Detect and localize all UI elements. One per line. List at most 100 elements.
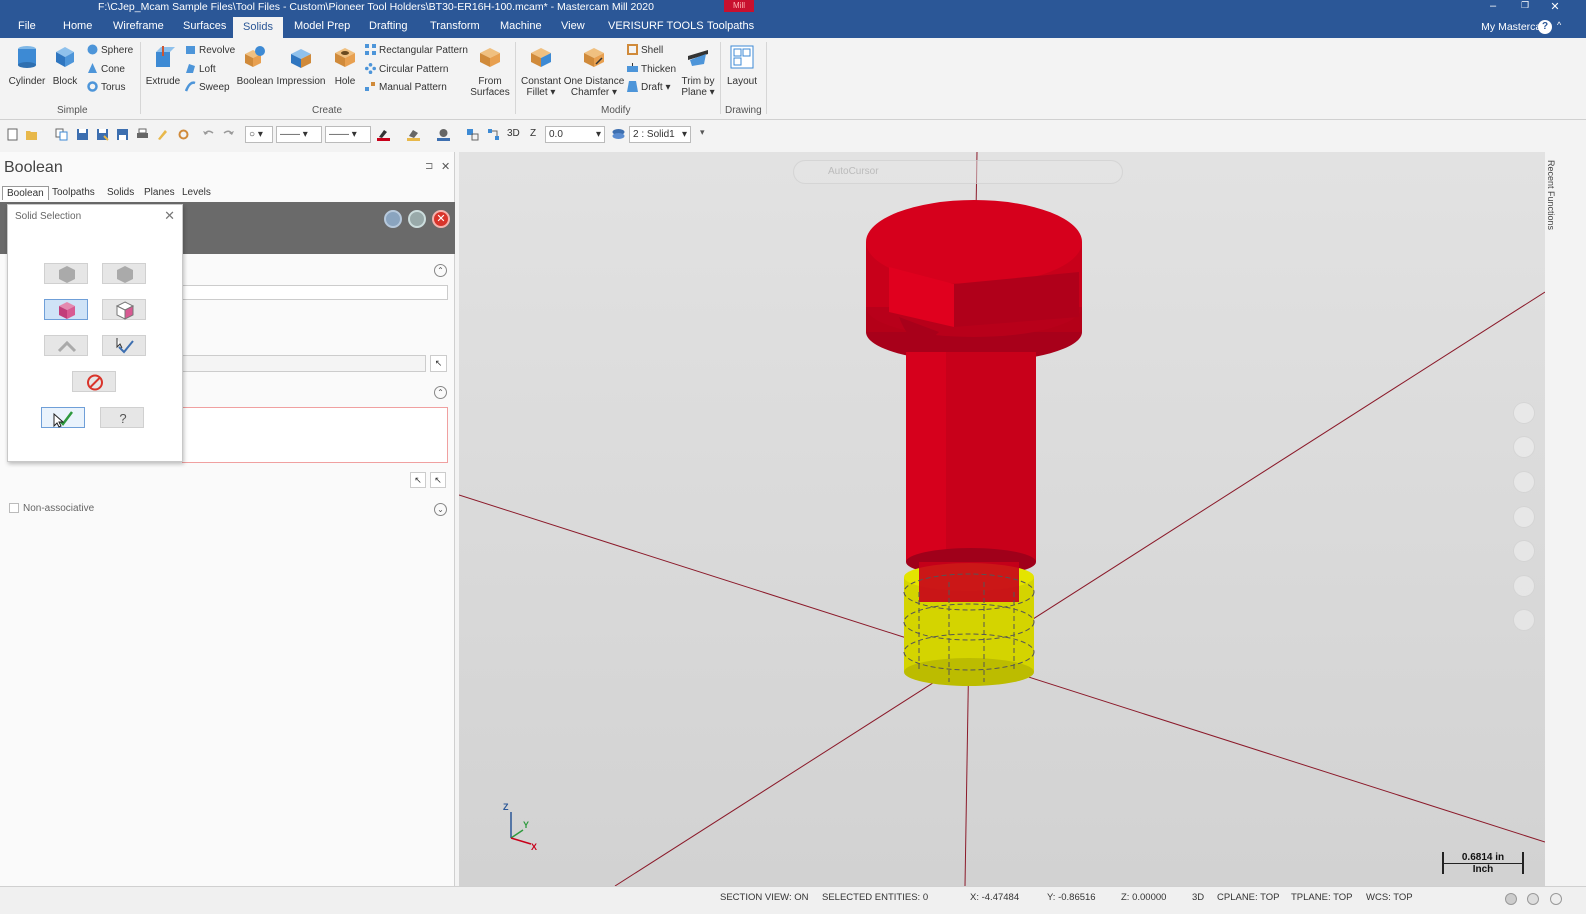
translucency-icon[interactable] bbox=[1527, 893, 1539, 905]
name-field[interactable] bbox=[182, 285, 448, 300]
panel-tab-solids[interactable]: Solids bbox=[103, 186, 138, 199]
layout-button[interactable]: Layout bbox=[724, 44, 760, 87]
panel-tab-boolean[interactable]: Boolean bbox=[2, 186, 49, 200]
tab-machine[interactable]: Machine bbox=[500, 20, 542, 32]
graphics-viewport[interactable]: AutoCursor Z Y X 0.6814 in Inch bbox=[459, 152, 1545, 886]
add-tool-icon[interactable]: ↖ bbox=[410, 472, 426, 488]
open-folder-icon[interactable] bbox=[25, 128, 38, 141]
close-panel-icon[interactable]: ✕ bbox=[441, 160, 450, 173]
remove-tool-icon[interactable]: ↖ bbox=[430, 472, 446, 488]
section-view-status[interactable]: SECTION VIEW: ON bbox=[720, 892, 809, 903]
sweep-button[interactable]: Sweep bbox=[185, 81, 230, 95]
cplane-status[interactable]: CPLANE: TOP bbox=[1217, 892, 1279, 903]
save-as-icon[interactable] bbox=[96, 128, 109, 141]
end-selection-button[interactable] bbox=[41, 407, 85, 428]
autocursor-toolbar[interactable]: AutoCursor bbox=[793, 160, 1123, 184]
sphere-button[interactable]: Sphere bbox=[87, 44, 133, 58]
tab-model-prep[interactable]: Model Prep bbox=[294, 20, 350, 32]
collapse-ribbon-icon[interactable]: ^ bbox=[1557, 20, 1561, 30]
view-tool-icon[interactable] bbox=[1513, 575, 1535, 597]
save-icon[interactable] bbox=[76, 128, 89, 141]
torus-button[interactable]: Torus bbox=[87, 81, 125, 95]
wireframe-display-icon[interactable] bbox=[1550, 893, 1562, 905]
level-select[interactable]: 2 : Solid1 ▾ bbox=[629, 126, 691, 143]
mode-status[interactable]: 3D bbox=[1192, 892, 1204, 903]
select-body-button[interactable] bbox=[102, 263, 146, 284]
view-tool-icon[interactable] bbox=[1513, 436, 1535, 458]
undo-icon[interactable] bbox=[202, 128, 215, 141]
new-file-icon[interactable] bbox=[6, 128, 19, 141]
3d-mode-toggle[interactable]: 3D bbox=[507, 128, 520, 139]
wcs-status[interactable]: WCS: TOP bbox=[1366, 892, 1413, 903]
tab-file[interactable]: File bbox=[18, 20, 36, 32]
face-selection-button[interactable] bbox=[102, 299, 146, 320]
rectangular-pattern-button[interactable]: Rectangular Pattern bbox=[365, 44, 468, 58]
tab-wireframe[interactable]: Wireframe bbox=[113, 20, 164, 32]
shading-icon[interactable] bbox=[1505, 893, 1517, 905]
solid-selection-button[interactable] bbox=[44, 299, 88, 320]
view-tool-icon[interactable] bbox=[1513, 471, 1535, 493]
draft-button[interactable]: Draft ▾ bbox=[627, 81, 670, 95]
save-some-icon[interactable] bbox=[116, 128, 129, 141]
trim-by-plane-button[interactable]: Trim by Plane ▾ bbox=[679, 44, 717, 98]
panel-tab-planes[interactable]: Planes bbox=[140, 186, 179, 199]
tab-transform[interactable]: Transform bbox=[430, 20, 480, 32]
view-tool-icon[interactable] bbox=[1513, 402, 1535, 424]
dialog-close-icon[interactable]: ✕ bbox=[164, 208, 175, 224]
tools-list[interactable] bbox=[182, 407, 448, 463]
line-width-select[interactable]: —— ▾ bbox=[325, 126, 371, 143]
minimize-button[interactable]: – bbox=[1478, 0, 1508, 12]
surface-color-icon[interactable] bbox=[407, 128, 420, 141]
z-depth-input[interactable]: 0.0 ▾ bbox=[545, 126, 605, 143]
edit-icon[interactable] bbox=[156, 128, 169, 141]
block-button[interactable]: Block bbox=[50, 44, 80, 87]
panel-tab-toolpaths[interactable]: Toolpaths bbox=[48, 186, 99, 199]
clear-colors-icon[interactable] bbox=[466, 128, 479, 141]
tab-solids[interactable]: Solids bbox=[233, 17, 283, 38]
ok-icon[interactable] bbox=[408, 210, 426, 228]
line-style-select[interactable]: —— ▾ bbox=[276, 126, 322, 143]
level-icon[interactable] bbox=[612, 128, 625, 141]
merge-icon[interactable] bbox=[55, 128, 68, 141]
tab-view[interactable]: View bbox=[561, 20, 585, 32]
from-surfaces-button[interactable]: From Surfaces bbox=[470, 44, 510, 98]
loft-button[interactable]: Loft bbox=[185, 63, 216, 77]
tab-toolpaths[interactable]: Toolpaths bbox=[707, 20, 754, 32]
constant-fillet-button[interactable]: Constant Fillet ▾ bbox=[519, 44, 563, 98]
circular-pattern-button[interactable]: Circular Pattern bbox=[365, 63, 448, 77]
select-target-icon[interactable]: ↖ bbox=[430, 355, 447, 372]
view-tool-icon[interactable] bbox=[1513, 506, 1535, 528]
cancel-icon[interactable]: ✕ bbox=[432, 210, 450, 228]
solid-color-icon[interactable] bbox=[437, 128, 450, 141]
select-solid-button[interactable] bbox=[44, 263, 88, 284]
extrude-button[interactable]: Extrude bbox=[144, 44, 182, 87]
z-coordinate[interactable]: Z: 0.00000 bbox=[1121, 892, 1166, 903]
tplane-status[interactable]: TPLANE: TOP bbox=[1291, 892, 1352, 903]
print-icon[interactable] bbox=[136, 128, 149, 141]
view-tool-icon[interactable] bbox=[1513, 609, 1535, 631]
settings-icon[interactable] bbox=[177, 128, 190, 141]
close-window-button[interactable]: ✕ bbox=[1540, 0, 1570, 13]
tab-surfaces[interactable]: Surfaces bbox=[183, 20, 226, 32]
target-field[interactable] bbox=[182, 355, 426, 372]
autocursor-label[interactable]: AutoCursor bbox=[828, 166, 879, 177]
section-collapse-icon[interactable]: ⌃ bbox=[434, 386, 447, 399]
section-expand-icon[interactable]: ⌄ bbox=[434, 503, 447, 516]
non-associative-checkbox[interactable] bbox=[9, 503, 19, 513]
help-icon[interactable]: ? bbox=[1538, 20, 1552, 34]
redo-icon[interactable] bbox=[222, 128, 235, 141]
verify-selection-button[interactable] bbox=[102, 335, 146, 356]
wireframe-color-icon[interactable] bbox=[377, 128, 390, 141]
clear-selection-button[interactable] bbox=[72, 371, 116, 392]
shell-button[interactable]: Shell bbox=[627, 44, 663, 58]
thicken-button[interactable]: Thicken bbox=[627, 63, 676, 77]
recent-functions-tab[interactable]: Recent Functions bbox=[1546, 160, 1556, 230]
edge-selection-button[interactable] bbox=[44, 335, 88, 356]
apply-icon[interactable] bbox=[384, 210, 402, 228]
panel-tab-levels[interactable]: Levels bbox=[178, 186, 215, 199]
tab-home[interactable]: Home bbox=[63, 20, 92, 32]
manual-pattern-button[interactable]: Manual Pattern bbox=[365, 81, 447, 95]
point-style-select[interactable]: ○ ▾ bbox=[245, 126, 273, 143]
group-icon[interactable] bbox=[487, 128, 500, 141]
cone-button[interactable]: Cone bbox=[87, 63, 125, 77]
